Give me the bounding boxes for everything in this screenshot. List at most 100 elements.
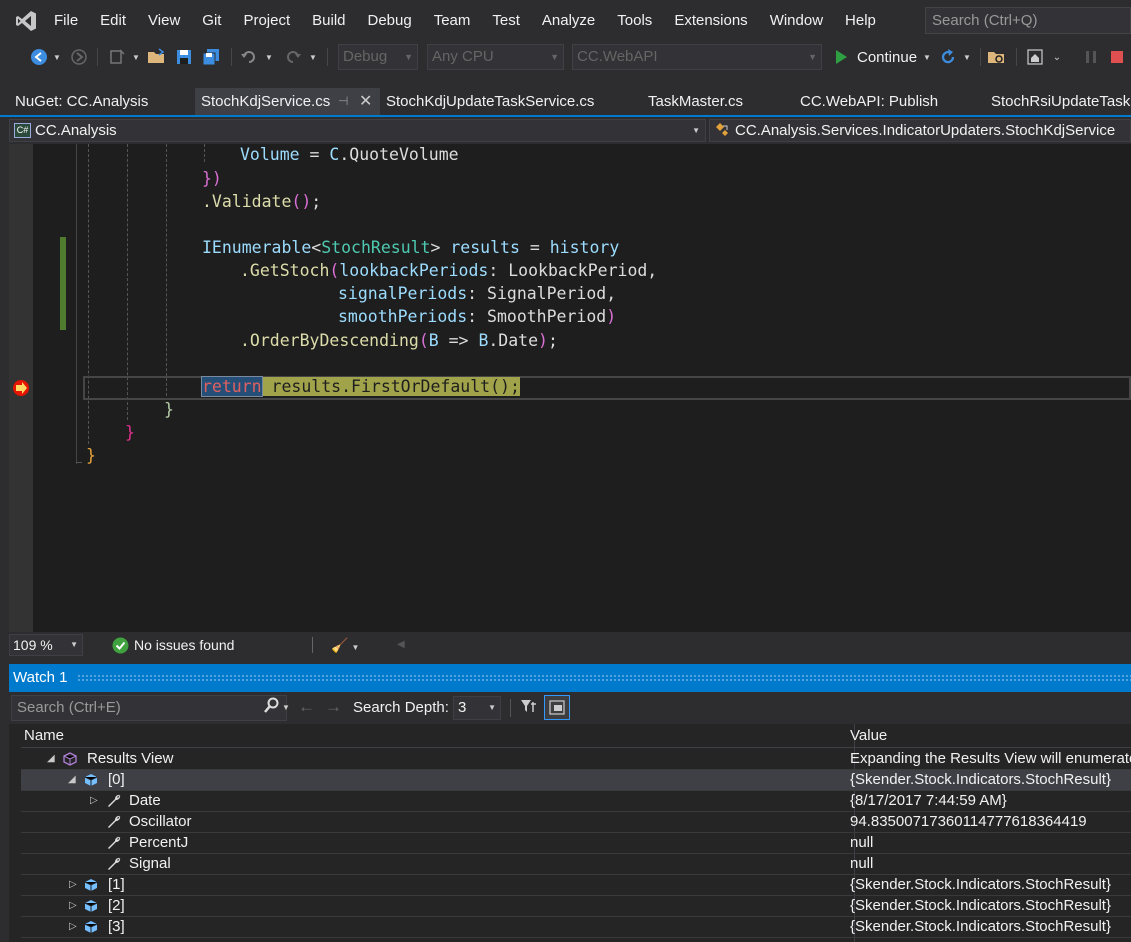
watch-row-item-2[interactable]: ▷ [2] {Skender.Stock.Indicators.StochRes…	[21, 896, 1131, 917]
menu-view[interactable]: View	[148, 12, 192, 29]
undo-icon[interactable]	[238, 45, 260, 69]
tab-cc-webapi-publish[interactable]: CC.WebAPI: Publish	[800, 88, 938, 115]
menu-git[interactable]: Git	[202, 12, 233, 29]
menu-help[interactable]: Help	[845, 12, 888, 29]
filter-pin-icon[interactable]	[519, 698, 539, 720]
expand-triangle-icon[interactable]: ▷	[69, 875, 77, 895]
watch-window-title[interactable]: Watch 1	[9, 664, 1131, 692]
column-header-name[interactable]: Name	[24, 724, 64, 748]
menu-edit[interactable]: Edit	[100, 12, 138, 29]
menu-analyze[interactable]: Analyze	[542, 12, 607, 29]
watch-row-signal[interactable]: Signal null	[21, 854, 1131, 875]
startup-project-select[interactable]: CC.WebAPI ▼	[572, 44, 822, 70]
issues-status[interactable]: No issues found	[134, 632, 234, 658]
code-cleanup-icon[interactable]: 🧹 ▼	[331, 632, 359, 661]
stop-debugging-icon[interactable]	[1109, 45, 1125, 69]
menu-window[interactable]: Window	[770, 12, 835, 29]
code-token: .QuoteVolume	[339, 145, 459, 164]
restart-dropdown-icon[interactable]: ▼	[962, 45, 972, 69]
expand-triangle-icon[interactable]: ▷	[69, 917, 77, 937]
continue-button[interactable]: Continue ▼	[834, 45, 931, 69]
watch-row-item-0[interactable]: ◢ [0] {Skender.Stock.Indicators.StochRes…	[21, 770, 1131, 791]
watch-row-name: PercentJ	[129, 834, 189, 851]
menu-tools[interactable]: Tools	[617, 12, 664, 29]
tab-nuget-cc-analysis[interactable]: NuGet: CC.Analysis	[15, 88, 148, 115]
expand-triangle-icon[interactable]: ▷	[69, 896, 77, 916]
find-in-files-icon[interactable]	[986, 45, 1008, 69]
undo-dropdown-icon[interactable]: ▼	[264, 45, 274, 69]
continue-label: Continue	[857, 48, 918, 66]
visual-studio-logo-icon[interactable]	[0, 0, 52, 41]
quick-launch-search[interactable]: Search (Ctrl+Q)	[925, 7, 1131, 34]
watch-row-date[interactable]: ▷ Date {8/17/2017 7:44:59 AM}	[21, 791, 1131, 812]
chevron-down-icon: ▼	[692, 126, 700, 135]
home-icon[interactable]	[1024, 45, 1046, 69]
code-line: }	[86, 446, 96, 465]
watch-row-name: [2]	[108, 897, 125, 914]
tab-stochkdjservice[interactable]: StochKdjService.cs ⊣ ✕	[195, 88, 380, 115]
redo-icon[interactable]	[282, 45, 304, 69]
menu-test[interactable]: Test	[492, 12, 532, 29]
watch-search-placeholder: Search (Ctrl+E)	[17, 699, 121, 716]
type-dropdown[interactable]: CC.Analysis.Services.IndicatorUpdaters.S…	[709, 119, 1131, 142]
toolbar-separator	[231, 48, 232, 66]
search-next-icon[interactable]: →	[325, 697, 342, 717]
solution-platform-select[interactable]: Any CPU ▼	[427, 44, 564, 70]
solution-configuration-value: Debug	[343, 48, 388, 65]
search-previous-icon[interactable]: ←	[298, 697, 315, 717]
break-all-icon[interactable]	[1083, 45, 1099, 69]
close-icon[interactable]: ✕	[359, 88, 372, 115]
menu-file[interactable]: File	[54, 12, 90, 29]
code-line: }	[164, 400, 174, 419]
tab-label: StochKdjUpdateTaskService.cs	[386, 93, 595, 110]
collapse-triangle-icon[interactable]: ◢	[68, 770, 76, 790]
chevron-down-icon: ▼	[923, 52, 931, 62]
navigate-back-icon[interactable]	[28, 45, 50, 69]
menu-debug[interactable]: Debug	[368, 12, 424, 29]
code-line: .OrderByDescending(B => B.Date);	[240, 331, 558, 350]
new-project-icon[interactable]	[106, 45, 128, 69]
watch-row-item-1[interactable]: ▷ [1] {Skender.Stock.Indicators.StochRes…	[21, 875, 1131, 896]
search-depth-value: 3	[458, 699, 467, 716]
search-depth-select[interactable]: 3 ▼	[453, 696, 501, 720]
project-dropdown[interactable]: C# CC.Analysis ▼	[9, 119, 706, 142]
save-all-icon[interactable]	[199, 45, 223, 69]
watch-row-results-view[interactable]: ◢ Results View Expanding the Results Vie…	[21, 749, 1131, 770]
back-dropdown-icon[interactable]: ▼	[52, 45, 62, 69]
expand-triangle-icon[interactable]: ▷	[90, 791, 98, 811]
raw-view-toggle-icon[interactable]	[544, 695, 570, 720]
restart-icon[interactable]	[937, 45, 959, 69]
tab-taskmaster[interactable]: TaskMaster.cs	[648, 88, 743, 115]
pin-icon[interactable]: ⊣	[338, 88, 348, 115]
breakpoint-current-statement-icon[interactable]	[12, 379, 30, 401]
code-token: B	[478, 331, 489, 350]
menu-project[interactable]: Project	[243, 12, 302, 29]
column-header-value[interactable]: Value	[850, 724, 887, 748]
watch-search-input[interactable]: Search (Ctrl+E) ▼	[11, 695, 290, 723]
menu-team[interactable]: Team	[434, 12, 483, 29]
search-icon[interactable]	[263, 697, 279, 723]
tab-stochkdjupdatetaskservice[interactable]: StochKdjUpdateTaskService.cs	[386, 88, 594, 115]
tab-stochrsiupdatetask[interactable]: StochRsiUpdateTask.c	[991, 88, 1131, 115]
collapse-triangle-icon[interactable]: ◢	[47, 749, 55, 769]
watch-row-percentj[interactable]: PercentJ null	[21, 833, 1131, 854]
tab-label: StochKdjService.cs	[201, 93, 331, 110]
solution-configuration-select[interactable]: Debug ▼	[338, 44, 418, 70]
chevron-down-icon[interactable]: ▼	[282, 696, 290, 720]
current-statement-highlight: results.FirstOrDefault();	[261, 377, 520, 396]
save-icon[interactable]	[173, 45, 195, 69]
navigate-forward-icon[interactable]	[68, 45, 90, 69]
watch-row-item-3[interactable]: ▷ [3] {Skender.Stock.Indicators.StochRes…	[21, 917, 1131, 938]
new-dropdown-icon[interactable]: ▼	[131, 45, 141, 69]
open-folder-icon[interactable]	[146, 45, 168, 69]
code-editor[interactable]: Volume = C.QuoteVolume }) .Validate(); I…	[9, 144, 1131, 632]
watch-row-oscillator[interactable]: Oscillator 94.8350071736011477761836441​…	[21, 812, 1131, 833]
zoom-select[interactable]: 109 % ▼	[9, 634, 83, 656]
solution-platform-value: Any CPU	[432, 48, 494, 65]
redo-dropdown-icon[interactable]: ▼	[308, 45, 318, 69]
code-token: ()	[291, 192, 312, 211]
menu-build[interactable]: Build	[312, 12, 357, 29]
menu-extensions[interactable]: Extensions	[674, 12, 759, 29]
scroll-left-icon[interactable]: ◀	[397, 632, 405, 658]
toolbar-overflow-icon[interactable]: ⌄	[1051, 45, 1063, 69]
